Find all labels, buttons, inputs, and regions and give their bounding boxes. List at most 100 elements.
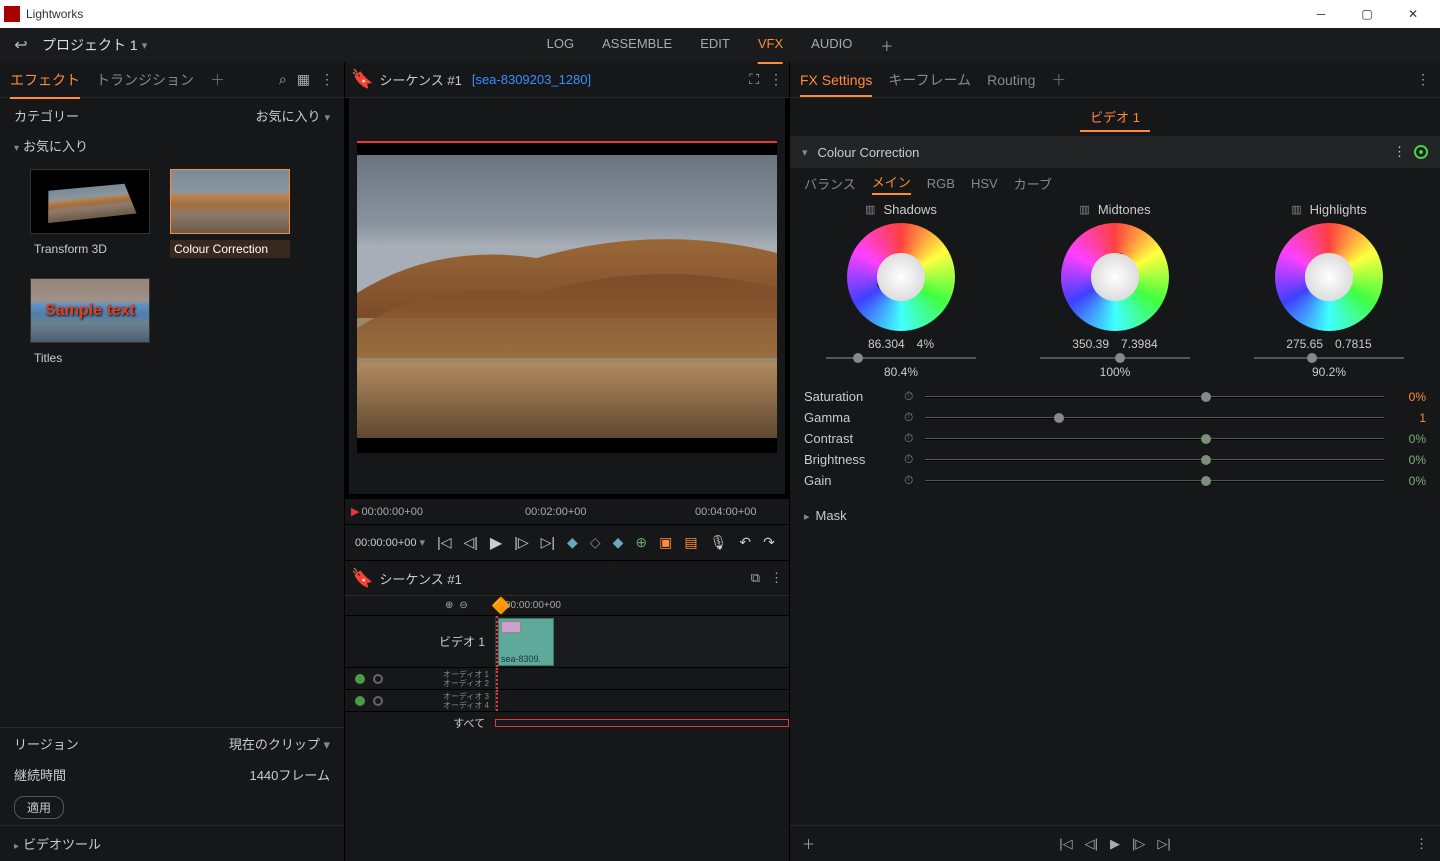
right-tab-keyframes[interactable]: キーフレーム (888, 62, 971, 98)
highlights-colour-wheel[interactable] (1275, 223, 1383, 331)
fx-play-button[interactable]: ▶ (1110, 836, 1120, 852)
cc-tab-balance[interactable]: バランス (804, 174, 856, 193)
redo-button[interactable]: ↷ (763, 534, 775, 551)
shadows-colour-wheel[interactable] (847, 223, 955, 331)
fx-menu-icon[interactable]: ⋮ (1393, 144, 1406, 160)
left-tab-transitions[interactable]: トランジション (96, 62, 194, 98)
step-fwd-button[interactable]: |▷ (514, 534, 528, 551)
tab-add[interactable]: ＋ (880, 28, 893, 63)
overwrite-button[interactable]: ▣ (659, 534, 672, 551)
preview-timeline-ruler[interactable]: ▶ 00:00:00+00 00:02:00+00 00:04:00+00 (345, 498, 789, 524)
gamma-slider[interactable] (925, 417, 1384, 419)
region-value[interactable]: 現在のクリップ ▾ (229, 734, 330, 753)
cc-tab-rgb[interactable]: RGB (927, 176, 955, 191)
all-tracks-scrollbar[interactable] (495, 719, 789, 727)
collapse-icon[interactable]: ▾ (802, 146, 808, 159)
shadows-luma-slider[interactable] (826, 357, 976, 359)
link-icon[interactable]: ⧉ (751, 570, 760, 586)
cc-tab-main[interactable]: メイン (872, 172, 911, 195)
timeline-more-icon[interactable]: ⋮ (770, 570, 783, 586)
fx-header[interactable]: ▾ Colour Correction ⋮ (790, 136, 1440, 168)
more-icon[interactable]: ⋮ (1416, 71, 1430, 88)
mark-clear-button[interactable]: ◇ (590, 534, 601, 551)
preview-more-icon[interactable]: ⋮ (769, 71, 783, 88)
grid-view-icon[interactable]: ▦ (297, 71, 310, 88)
tab-log[interactable]: LOG (547, 28, 574, 63)
tab-audio[interactable]: AUDIO (811, 28, 852, 63)
brightness-slider[interactable] (925, 459, 1384, 461)
step-back-button[interactable]: ◁| (463, 534, 477, 551)
clip-reference[interactable]: [sea-8309203_1280] (472, 72, 591, 87)
mark-in-button[interactable]: ◆ (567, 534, 578, 551)
midtones-colour-wheel[interactable] (1061, 223, 1169, 331)
right-tab-add[interactable]: ＋ (1051, 61, 1066, 98)
left-tab-add[interactable]: ＋ (210, 61, 225, 98)
tab-vfx[interactable]: VFX (758, 28, 783, 63)
histogram-icon[interactable]: ▥ (1079, 203, 1089, 216)
zoom-out-icon[interactable]: ⊖ (459, 600, 467, 611)
fx-goto-start-button[interactable]: |◁ (1059, 836, 1072, 852)
mark-out-button[interactable]: ◆ (613, 534, 624, 551)
fx-step-fwd-button[interactable]: |▷ (1132, 836, 1145, 852)
add-fx-button[interactable]: ＋ (802, 834, 815, 853)
mask-section-toggle[interactable]: ▸Mask (790, 494, 1440, 537)
project-selector[interactable]: プロジェクト 1▾ (42, 35, 147, 55)
tab-assemble[interactable]: ASSEMBLE (602, 28, 672, 63)
left-tab-effects[interactable]: エフェクト (10, 62, 80, 98)
goto-end-button[interactable]: ▷| (541, 534, 555, 551)
fx-step-back-button[interactable]: ◁| (1085, 836, 1098, 852)
favorites-group-header[interactable]: お気に入り (0, 132, 344, 159)
track-select-radio[interactable] (355, 696, 365, 706)
timeline-ruler[interactable]: ⊕ ⊖ 🔶 00:00:00+00 (345, 596, 789, 616)
goto-start-button[interactable]: |◁ (437, 534, 451, 551)
fx-enable-toggle[interactable] (1414, 145, 1428, 159)
zoom-in-icon[interactable]: ⊕ (445, 600, 453, 611)
cc-tab-hsv[interactable]: HSV (971, 176, 998, 191)
contrast-slider[interactable] (925, 438, 1384, 440)
right-tab-routing[interactable]: Routing (987, 64, 1035, 96)
fx-goto-end-button[interactable]: ▷| (1157, 836, 1170, 852)
voice-over-button[interactable]: 🎙 (710, 534, 728, 551)
back-button[interactable]: ↩ (8, 32, 34, 58)
cc-tab-curves[interactable]: カーブ (1014, 174, 1052, 193)
track-solo-radio[interactable] (373, 674, 383, 684)
apply-button[interactable]: 適用 (14, 796, 64, 819)
video-stream-label[interactable]: ビデオ 1 (1080, 102, 1150, 132)
delete-button[interactable]: ▤ (684, 534, 697, 551)
keyframe-icon[interactable]: ⏱ (904, 431, 913, 446)
fx-more-icon[interactable]: ⋮ (1415, 836, 1428, 852)
play-button[interactable]: ▶ (490, 533, 502, 553)
favorites-dropdown[interactable]: お気に入り▾ (255, 106, 330, 125)
histogram-icon[interactable]: ▥ (1291, 203, 1301, 216)
keyframe-icon[interactable]: ⏱ (904, 473, 913, 488)
tab-edit[interactable]: EDIT (700, 28, 730, 63)
timeline-clip[interactable]: sea-8309. (498, 618, 554, 666)
playhead-icon[interactable]: ▶ (351, 505, 359, 518)
saturation-slider[interactable] (925, 396, 1384, 398)
more-icon[interactable]: ⋮ (320, 71, 334, 88)
highlights-luma-slider[interactable] (1254, 357, 1404, 359)
effect-thumb-colour-correction[interactable]: Colour Correction (170, 169, 290, 258)
window-close-button[interactable]: ✕ (1390, 0, 1436, 28)
timecode-display[interactable]: 00:00:00+00 ▾ (355, 536, 425, 549)
effect-thumb-transform3d[interactable]: Transform 3D (30, 169, 150, 258)
video-tools-toggle[interactable]: ▸ビデオツール (0, 825, 344, 861)
undo-button[interactable]: ↶ (739, 534, 751, 551)
histogram-icon[interactable]: ▥ (865, 203, 875, 216)
keyframe-icon[interactable]: ⏱ (904, 389, 913, 404)
preview-viewport[interactable] (345, 98, 789, 498)
search-icon[interactable]: ⌕ (279, 71, 287, 88)
effect-thumb-titles[interactable]: Sample text Titles (30, 278, 150, 367)
window-maximize-button[interactable]: ▢ (1344, 0, 1390, 28)
all-tracks-label[interactable]: すべて (345, 715, 495, 731)
video-track-label[interactable]: ビデオ 1 (345, 616, 495, 667)
fullscreen-icon[interactable]: ⛶ (749, 71, 759, 88)
keyframe-icon[interactable]: ⏱ (904, 452, 913, 467)
keyframe-icon[interactable]: ⏱ (904, 410, 913, 425)
midtones-luma-slider[interactable] (1040, 357, 1190, 359)
right-tab-fx-settings[interactable]: FX Settings (800, 64, 872, 96)
track-solo-radio[interactable] (373, 696, 383, 706)
window-minimize-button[interactable]: ─ (1298, 0, 1344, 28)
insert-button[interactable]: ⊕ (635, 534, 647, 551)
track-select-radio[interactable] (355, 674, 365, 684)
